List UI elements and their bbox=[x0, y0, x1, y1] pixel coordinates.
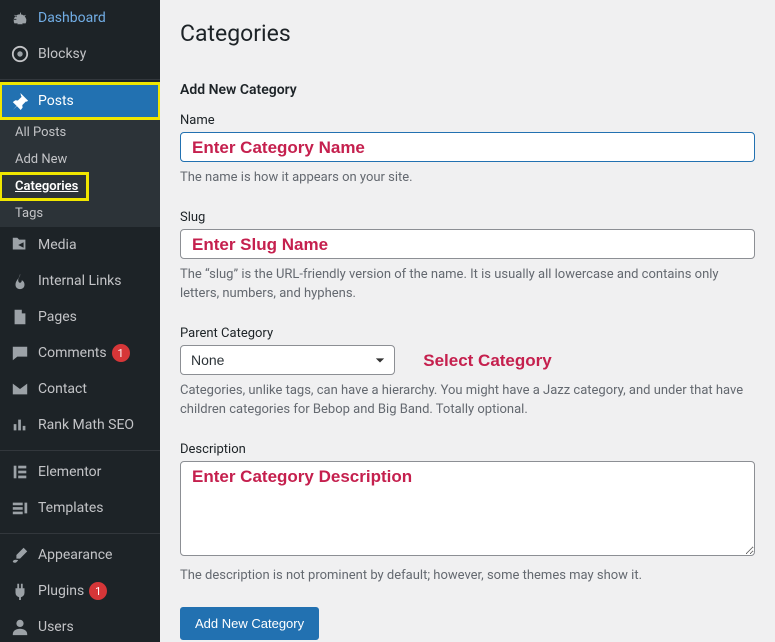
sidebar-item-label: Elementor bbox=[38, 464, 101, 480]
desc-description: The description is not prominent by defa… bbox=[180, 566, 755, 586]
sidebar-item-label: Contact bbox=[38, 381, 87, 397]
sidebar-item-label: Comments bbox=[38, 345, 107, 361]
sidebar-item-label: Plugins bbox=[38, 583, 84, 599]
submenu-item-label: Add New bbox=[15, 152, 67, 167]
submenu-item-all-posts[interactable]: All Posts bbox=[0, 119, 160, 146]
sidebar-item-contact[interactable]: Contact bbox=[0, 371, 160, 407]
update-badge: 1 bbox=[112, 344, 130, 362]
sidebar-item-label: Posts bbox=[38, 93, 74, 109]
admin-sidebar: Dashboard Blocksy Posts All Posts Add New Cat… bbox=[0, 0, 160, 642]
field-parent: Parent Category None Select Category Cat… bbox=[180, 326, 755, 420]
sidebar-item-label: Media bbox=[38, 237, 77, 253]
desc-slug: The “slug” is the URL-friendly version o… bbox=[180, 265, 755, 304]
sidebar-item-label: Blocksy bbox=[38, 46, 86, 62]
menu-separator bbox=[0, 75, 160, 80]
menu-separator bbox=[0, 446, 160, 451]
main-content: Categories Add New Category Name Enter C… bbox=[160, 0, 775, 642]
sidebar-item-label: Appearance bbox=[38, 547, 112, 563]
plug-icon bbox=[10, 581, 30, 601]
pin-icon bbox=[10, 91, 30, 111]
submenu-item-label: Tags bbox=[15, 206, 43, 221]
update-badge: 1 bbox=[89, 582, 107, 600]
elementor-icon bbox=[10, 462, 30, 482]
submenu-item-categories[interactable]: Categories bbox=[0, 173, 88, 200]
dashboard-icon bbox=[10, 8, 30, 28]
parent-hint: Select Category bbox=[423, 351, 552, 371]
page-title: Categories bbox=[180, 20, 755, 47]
field-name: Name Enter Category Name The name is how… bbox=[180, 113, 755, 188]
sidebar-item-blocksy[interactable]: Blocksy bbox=[0, 36, 160, 72]
desc-parent: Categories, unlike tags, can have a hier… bbox=[180, 381, 755, 420]
submenu: All Posts Add New Categories Tags bbox=[0, 119, 160, 227]
page-icon bbox=[10, 307, 30, 327]
submenu-item-label: Categories bbox=[15, 179, 78, 194]
sidebar-item-plugins[interactable]: Plugins 1 bbox=[0, 573, 160, 609]
user-icon bbox=[10, 617, 30, 637]
blocksy-icon bbox=[10, 44, 30, 64]
label-name: Name bbox=[180, 113, 755, 128]
sidebar-item-appearance[interactable]: Appearance bbox=[0, 537, 160, 573]
label-slug: Slug bbox=[180, 210, 755, 225]
label-description: Description bbox=[180, 442, 755, 457]
sidebar-item-label: Pages bbox=[38, 309, 77, 325]
submenu-item-tags[interactable]: Tags bbox=[0, 200, 160, 227]
add-category-heading: Add New Category bbox=[180, 82, 755, 98]
sidebar-item-label: Internal Links bbox=[38, 273, 122, 289]
envelope-icon bbox=[10, 379, 30, 399]
field-description: Description Enter Category Description T… bbox=[180, 442, 755, 586]
sidebar-item-users[interactable]: Users bbox=[0, 609, 160, 642]
sidebar-item-internal-links[interactable]: Internal Links bbox=[0, 263, 160, 299]
media-icon bbox=[10, 235, 30, 255]
sidebar-item-label: Templates bbox=[38, 500, 104, 516]
name-input[interactable] bbox=[180, 132, 755, 162]
submenu-item-label: All Posts bbox=[15, 125, 66, 140]
sidebar-item-media[interactable]: Media bbox=[0, 227, 160, 263]
add-category-button[interactable]: Add New Category bbox=[180, 607, 319, 640]
submenu-item-add-new[interactable]: Add New bbox=[0, 146, 160, 173]
label-parent: Parent Category bbox=[180, 326, 755, 341]
sidebar-item-label: Users bbox=[38, 619, 74, 635]
field-slug: Slug Enter Slug Name The “slug” is the U… bbox=[180, 210, 755, 304]
sidebar-item-label: Rank Math SEO bbox=[38, 417, 134, 433]
sidebar-item-label: Dashboard bbox=[38, 10, 106, 26]
slug-input[interactable] bbox=[180, 229, 755, 259]
comment-icon bbox=[10, 343, 30, 363]
sidebar-item-dashboard[interactable]: Dashboard bbox=[0, 0, 160, 36]
desc-name: The name is how it appears on your site. bbox=[180, 168, 755, 188]
sidebar-item-pages[interactable]: Pages bbox=[0, 299, 160, 335]
parent-select[interactable]: None bbox=[180, 345, 395, 375]
description-input[interactable] bbox=[180, 461, 755, 556]
flame-icon bbox=[10, 271, 30, 291]
sidebar-item-posts[interactable]: Posts bbox=[0, 83, 160, 119]
sidebar-item-templates[interactable]: Templates bbox=[0, 490, 160, 526]
chart-icon bbox=[10, 415, 30, 435]
sidebar-item-rank-math-seo[interactable]: Rank Math SEO bbox=[0, 407, 160, 443]
brush-icon bbox=[10, 545, 30, 565]
sidebar-item-elementor[interactable]: Elementor bbox=[0, 454, 160, 490]
templates-icon bbox=[10, 498, 30, 518]
menu-separator bbox=[0, 529, 160, 534]
sidebar-item-comments[interactable]: Comments 1 bbox=[0, 335, 160, 371]
